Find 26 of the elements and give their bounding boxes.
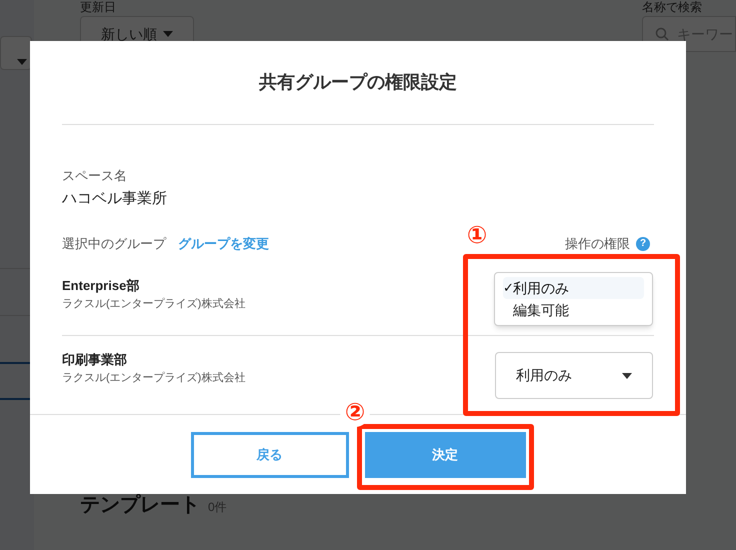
back-button[interactable]: 戻る bbox=[190, 432, 348, 478]
caret-icon bbox=[163, 31, 173, 37]
group-name: 印刷事業部 bbox=[62, 351, 127, 369]
menu-item[interactable]: ✓利用のみ bbox=[503, 277, 644, 299]
confirm-button[interactable]: 決定 bbox=[364, 432, 526, 478]
search-icon bbox=[655, 27, 669, 41]
column-label: 操作の権限 bbox=[565, 235, 630, 253]
change-group-link[interactable]: グループを変更 bbox=[178, 234, 269, 254]
group-name: Enterprise部 bbox=[62, 277, 140, 295]
sort-label: 更新日 bbox=[80, 0, 116, 14]
caret-icon bbox=[622, 372, 632, 378]
search-label: 名称で検索 bbox=[642, 0, 702, 14]
section-title: テンプレート bbox=[80, 493, 200, 518]
menu-item[interactable]: 編集可能 bbox=[503, 299, 644, 321]
company-name: ラクスル(エンタープライズ)株式会社 bbox=[62, 370, 246, 386]
check-icon: ✓ bbox=[503, 277, 513, 299]
permission-dropdown[interactable]: 利用のみ bbox=[495, 352, 653, 399]
space-name: ハコベル事業所 bbox=[62, 189, 167, 209]
field-label: 選択中のグループ bbox=[62, 235, 166, 253]
help-icon[interactable]: ? bbox=[636, 236, 650, 251]
caret-icon bbox=[17, 59, 27, 65]
dialog-title: 共有グループの権限設定 bbox=[258, 71, 458, 94]
field-label: スペース名 bbox=[62, 167, 127, 185]
company-name: ラクスル(エンタープライズ)株式会社 bbox=[62, 296, 246, 312]
sort-value: 新しい順 bbox=[101, 24, 157, 44]
dropdown[interactable] bbox=[0, 36, 32, 70]
